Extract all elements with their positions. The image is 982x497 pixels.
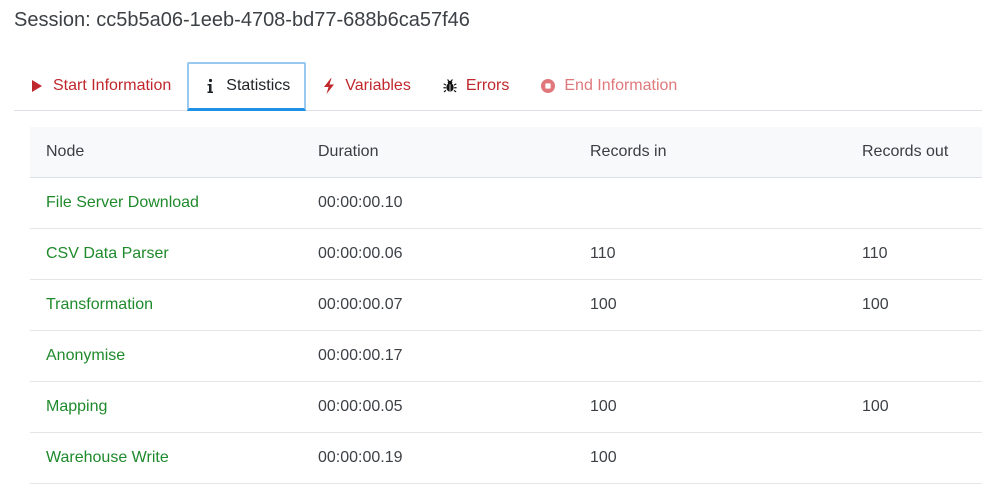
tab-errors[interactable]: Errors	[427, 62, 526, 109]
bug-icon	[443, 78, 457, 94]
table-row: Warehouse Write 00:00:00.19 100	[30, 432, 982, 484]
info-icon	[203, 78, 217, 94]
statistics-table: Node Duration Records in Records out Fil…	[30, 127, 982, 484]
table-row: Transformation 00:00:00.07 100 100	[30, 279, 982, 331]
tab-label: Start Information	[53, 76, 172, 94]
duration-cell: 00:00:00.07	[302, 279, 574, 331]
records-in-cell: 100	[574, 279, 846, 331]
play-icon	[30, 78, 44, 94]
node-link[interactable]: Mapping	[30, 381, 302, 433]
table-header-row: Node Duration Records in Records out	[30, 127, 982, 178]
duration-cell: 00:00:00.06	[302, 228, 574, 280]
tab-start-information[interactable]: Start Information	[14, 62, 187, 109]
lightning-icon	[322, 77, 336, 94]
table-row: Anonymise 00:00:00.17	[30, 330, 982, 382]
tab-label: Variables	[345, 76, 411, 94]
records-in-cell	[574, 177, 846, 229]
duration-cell: 00:00:00.19	[302, 432, 574, 484]
tab-statistics[interactable]: Statistics	[187, 62, 307, 111]
tab-label: Errors	[465, 76, 510, 94]
column-header-records-out[interactable]: Records out	[846, 127, 982, 178]
records-in-cell: 100	[574, 432, 846, 484]
records-in-cell: 110	[574, 228, 846, 280]
table-row: File Server Download 00:00:00.10	[30, 177, 982, 229]
records-out-cell: 100	[846, 279, 982, 331]
table-row: CSV Data Parser 00:00:00.06 110 110	[30, 228, 982, 280]
tab-end-information[interactable]: End Information	[525, 62, 693, 109]
duration-cell: 00:00:00.05	[302, 381, 574, 433]
tab-variables[interactable]: Variables	[306, 62, 427, 109]
column-header-duration[interactable]: Duration	[302, 127, 574, 178]
tab-label: End Information	[564, 76, 678, 94]
node-link[interactable]: CSV Data Parser	[30, 228, 302, 280]
records-in-cell	[574, 330, 846, 382]
duration-cell: 00:00:00.10	[302, 177, 574, 229]
statistics-table-container: Node Duration Records in Records out Fil…	[30, 127, 982, 484]
records-out-cell: 110	[846, 228, 982, 280]
duration-cell: 00:00:00.17	[302, 330, 574, 382]
records-out-cell	[846, 177, 982, 229]
node-link[interactable]: Warehouse Write	[30, 432, 302, 484]
node-link[interactable]: File Server Download	[30, 177, 302, 229]
column-header-records-in[interactable]: Records in	[574, 127, 846, 178]
records-out-cell	[846, 432, 982, 484]
records-out-cell	[846, 330, 982, 382]
column-header-node[interactable]: Node	[30, 127, 302, 178]
records-in-cell: 100	[574, 381, 846, 433]
stop-circle-icon	[541, 78, 556, 94]
node-link[interactable]: Transformation	[30, 279, 302, 331]
table-row: Mapping 00:00:00.05 100 100	[30, 381, 982, 433]
node-link[interactable]: Anonymise	[30, 330, 302, 382]
session-title: Session: cc5b5a06-1eeb-4708-bd77-688b6ca…	[14, 9, 470, 31]
tab-bar: Start Information Statistics Variables E…	[14, 62, 982, 111]
tab-label: Statistics	[226, 77, 291, 94]
records-out-cell: 100	[846, 381, 982, 433]
